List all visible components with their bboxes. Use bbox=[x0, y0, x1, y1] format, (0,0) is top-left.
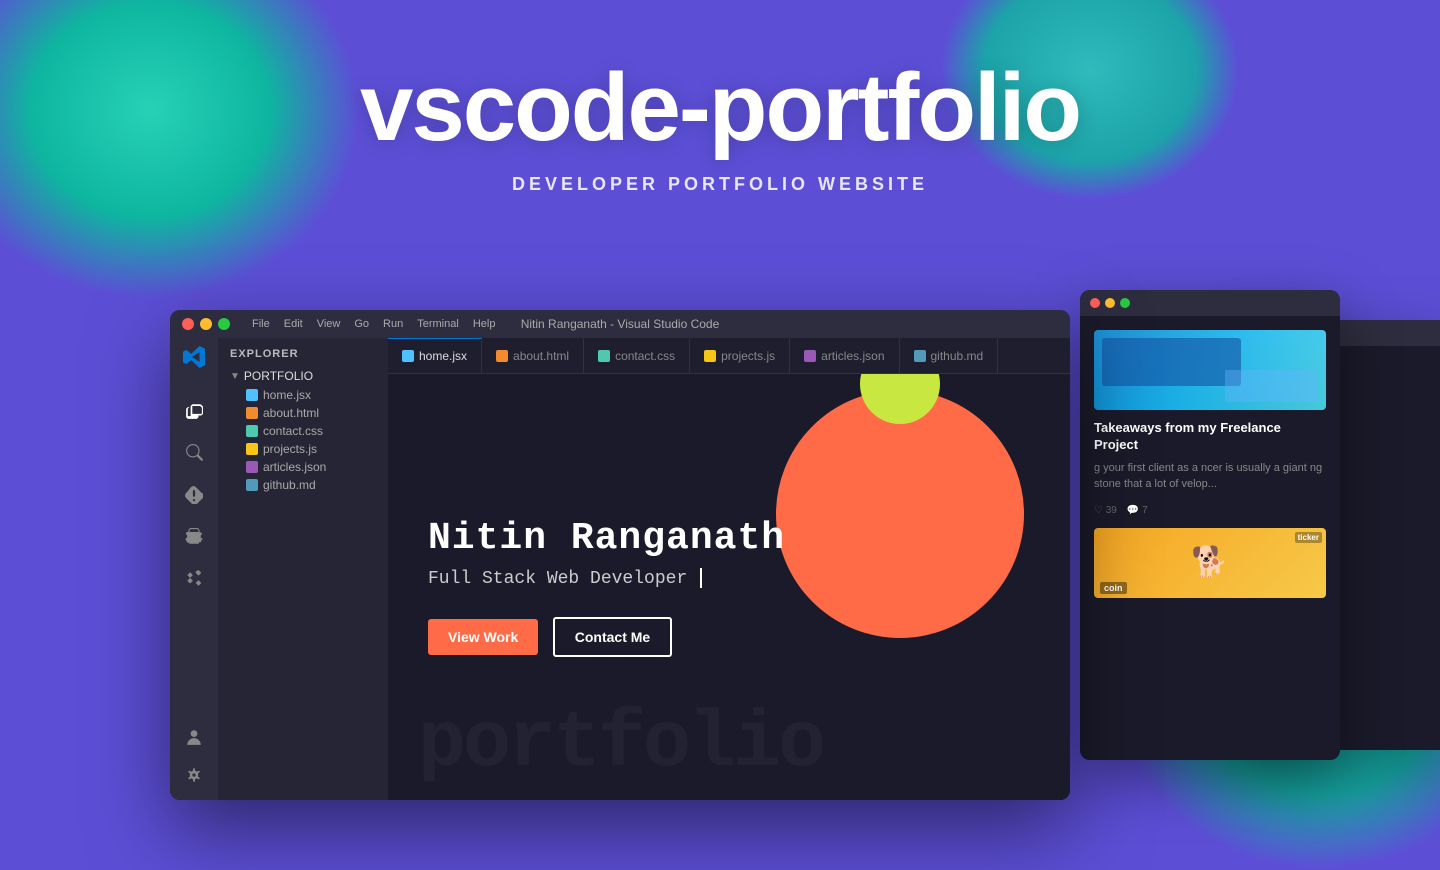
blog-second-image: 🐕 coin ticker bbox=[1094, 528, 1326, 598]
tab-contact[interactable]: contact.css bbox=[584, 338, 690, 374]
activity-settings[interactable] bbox=[181, 762, 207, 788]
blog-content: Takeaways from my Freelance Project g yo… bbox=[1080, 316, 1340, 760]
sidebar-file-github[interactable]: github.md bbox=[218, 476, 388, 494]
blog-post-title: Takeaways from my Freelance Project bbox=[1094, 420, 1326, 454]
sidebar-folder[interactable]: ▼ PORTFOLIO bbox=[218, 366, 388, 386]
traffic-lights bbox=[182, 318, 230, 330]
tab-label-articles: articles.json bbox=[821, 349, 884, 363]
blog-traffic-lights bbox=[1090, 298, 1130, 308]
blog-tl-green bbox=[1120, 298, 1130, 308]
tab-icon-css bbox=[598, 350, 610, 362]
tabs-bar: home.jsx about.html contact.css projects… bbox=[388, 338, 1070, 374]
tab-label-home: home.jsx bbox=[419, 349, 467, 363]
file-icon-json bbox=[246, 461, 258, 473]
menu-run[interactable]: Run bbox=[377, 318, 409, 330]
folder-chevron-icon: ▼ bbox=[230, 371, 240, 382]
vscode-window-blog: Takeaways from my Freelance Project g yo… bbox=[1080, 290, 1340, 760]
sidebar-filename-3: projects.js bbox=[263, 442, 317, 456]
file-icon-js bbox=[246, 443, 258, 455]
activity-git[interactable] bbox=[181, 482, 207, 508]
portfolio-text-block: Nitin Ranganath Full Stack Web Developer… bbox=[428, 517, 785, 657]
blog-doge-image: 🐕 bbox=[1094, 528, 1326, 598]
sidebar-file-articles[interactable]: articles.json bbox=[218, 458, 388, 476]
blog-tl-yellow bbox=[1105, 298, 1115, 308]
activity-account[interactable] bbox=[181, 724, 207, 750]
sidebar-filename-5: github.md bbox=[263, 478, 316, 492]
page-subtitle: DEVELOPER PORTFOLIO WEBSITE bbox=[0, 174, 1440, 195]
file-icon-css bbox=[246, 425, 258, 437]
portfolio-preview: portfolio Nitin Ranganath Full Stack Web… bbox=[388, 374, 1070, 800]
file-icon-jsx bbox=[246, 389, 258, 401]
sidebar-file-about[interactable]: about.html bbox=[218, 404, 388, 422]
window-title: Nitin Ranganath - Visual Studio Code bbox=[521, 317, 720, 331]
menu-edit[interactable]: Edit bbox=[278, 318, 309, 330]
activity-bottom-icons bbox=[181, 724, 207, 788]
watermark-text: portfolio bbox=[418, 699, 823, 790]
view-work-button[interactable]: View Work bbox=[428, 619, 538, 655]
file-icon-md bbox=[246, 479, 258, 491]
screenshots-container: aways e food ordering webion for home-co… bbox=[120, 290, 1320, 810]
activity-search[interactable] bbox=[181, 440, 207, 466]
sidebar-file-projects[interactable]: projects.js bbox=[218, 440, 388, 458]
tab-about[interactable]: about.html bbox=[482, 338, 584, 374]
header-section: vscode-portfolio DEVELOPER PORTFOLIO WEB… bbox=[0, 0, 1440, 195]
vscode-logo-icon bbox=[183, 346, 205, 374]
portfolio-role: Full Stack Web Developer bbox=[428, 568, 785, 589]
menu-help[interactable]: Help bbox=[467, 318, 502, 330]
activity-explorer[interactable] bbox=[181, 398, 207, 424]
activity-debug[interactable] bbox=[181, 524, 207, 550]
menu-terminal[interactable]: Terminal bbox=[411, 318, 465, 330]
portfolio-name: Nitin Ranganath bbox=[428, 517, 785, 560]
blog-comments: 💬 7 bbox=[1127, 505, 1148, 516]
tab-github[interactable]: github.md bbox=[900, 338, 999, 374]
editor-content: portfolio Nitin Ranganath Full Stack Web… bbox=[388, 374, 1070, 800]
sidebar-filename-1: about.html bbox=[263, 406, 319, 420]
menu-go[interactable]: Go bbox=[348, 318, 375, 330]
sidebar-header: EXPLORER bbox=[218, 338, 388, 366]
blog-meta: ♡ 39 💬 7 bbox=[1094, 505, 1326, 516]
sidebar-file-contact[interactable]: contact.css bbox=[218, 422, 388, 440]
tab-label-about: about.html bbox=[513, 349, 569, 363]
activity-bar bbox=[170, 338, 218, 800]
sidebar-filename-4: articles.json bbox=[263, 460, 326, 474]
tab-icon-js bbox=[704, 350, 716, 362]
sidebar-filename-2: contact.css bbox=[263, 424, 323, 438]
blog-post-excerpt: g your first client as a ncer is usually… bbox=[1094, 460, 1326, 493]
tab-home[interactable]: home.jsx bbox=[388, 338, 482, 374]
portfolio-buttons: View Work Contact Me bbox=[428, 617, 785, 657]
menu-view[interactable]: View bbox=[311, 318, 347, 330]
menu-file[interactable]: File bbox=[246, 318, 276, 330]
file-icon-html bbox=[246, 407, 258, 419]
tl-yellow bbox=[200, 318, 212, 330]
blog-title-bar bbox=[1080, 290, 1340, 316]
tab-icon-json bbox=[804, 350, 816, 362]
page-title: vscode-portfolio bbox=[0, 60, 1440, 156]
tab-label-contact: contact.css bbox=[615, 349, 675, 363]
tab-icon-md bbox=[914, 350, 926, 362]
sidebar-filename-0: home.jsx bbox=[263, 388, 311, 402]
tab-projects[interactable]: projects.js bbox=[690, 338, 790, 374]
tab-label-projects: projects.js bbox=[721, 349, 775, 363]
tl-green bbox=[218, 318, 230, 330]
blog-likes: ♡ 39 bbox=[1094, 505, 1117, 516]
cursor-blink bbox=[700, 568, 702, 588]
tab-articles[interactable]: articles.json bbox=[790, 338, 899, 374]
file-explorer-sidebar: EXPLORER ▼ PORTFOLIO home.jsx about.html… bbox=[218, 338, 388, 800]
tab-icon-jsx bbox=[402, 350, 414, 362]
tl-red bbox=[182, 318, 194, 330]
blog-tl-red bbox=[1090, 298, 1100, 308]
activity-extensions[interactable] bbox=[181, 566, 207, 592]
tab-label-github: github.md bbox=[931, 349, 984, 363]
title-bar: File Edit View Go Run Terminal Help Niti… bbox=[170, 310, 1070, 338]
sidebar-folder-name: PORTFOLIO bbox=[244, 369, 313, 383]
tab-icon-html bbox=[496, 350, 508, 362]
sidebar-file-home[interactable]: home.jsx bbox=[218, 386, 388, 404]
blog-featured-image bbox=[1094, 330, 1326, 410]
contact-me-button[interactable]: Contact Me bbox=[553, 617, 672, 657]
vscode-main-window: File Edit View Go Run Terminal Help Niti… bbox=[170, 310, 1070, 800]
deco-circle-small-orange bbox=[790, 494, 840, 544]
